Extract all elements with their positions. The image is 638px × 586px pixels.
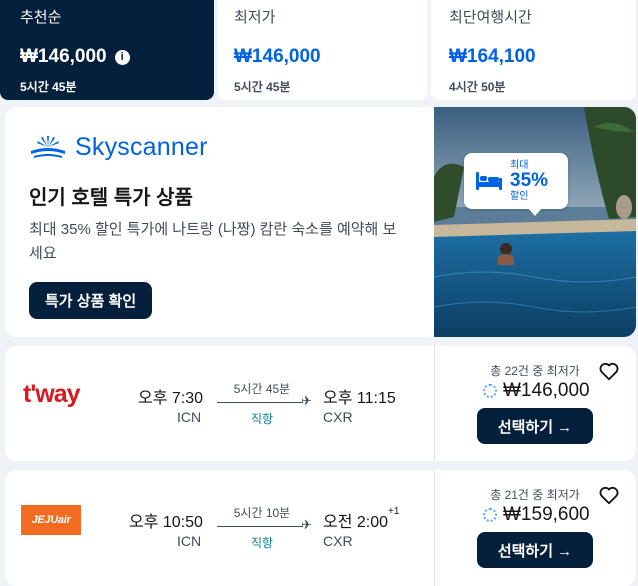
departure-airport: ICN	[177, 409, 202, 425]
arrival-airport: CXR	[323, 409, 353, 425]
badge-text: 최대 35% 할인	[510, 160, 548, 202]
plane-icon: ✈	[301, 517, 312, 532]
flight-card[interactable]: JEJUair 오후 10:50 ICN 5시간 10분 ✈ 직항 오전 2:0…	[5, 470, 636, 586]
arrival-time: 오후 11:15	[323, 384, 396, 408]
heart-icon[interactable]	[598, 484, 620, 506]
route-line	[217, 526, 303, 527]
price-value: ₩146,000	[503, 380, 590, 401]
skyscanner-sun-icon	[31, 136, 65, 158]
arrival-time-value: 오후 11:15	[323, 390, 396, 407]
tab-duration: 5시간 45분	[20, 80, 77, 94]
tab-price: ₩146,000	[234, 46, 321, 67]
tab-recommended[interactable]: 추천순 ₩146,000 i 5시간 45분	[0, 0, 214, 100]
hotel-promo-card[interactable]: Skyscanner 인기 호텔 특가 상품 최대 35% 할인 특가에 나트랑…	[5, 107, 636, 337]
price: ₩159,600	[483, 504, 590, 526]
tab-price: ₩164,100	[449, 46, 536, 67]
hotel-pool-image: 최대 35% 할인	[434, 107, 636, 337]
tway-logo: t'way	[23, 380, 81, 408]
select-button[interactable]: 선택하기 →	[477, 532, 593, 568]
sort-tabs: 추천순 ₩146,000 i 5시간 45분 최저가 ₩146,000 5시간 …	[0, 0, 638, 100]
skyscanner-logo: Skyscanner	[29, 129, 410, 165]
promo-title: 인기 호텔 특가 상품	[29, 187, 193, 209]
departure-time: 오후 10:50	[129, 514, 203, 531]
tab-price-value: ₩146,000	[20, 46, 107, 67]
stops-label: 직항	[250, 536, 274, 550]
flight-itinerary: JEJUair 오후 10:50 ICN 5시간 10분 ✈ 직항 오전 2:0…	[5, 470, 434, 586]
day-offset: +1	[388, 506, 400, 517]
loading-icon	[483, 384, 497, 398]
flight-itinerary: t'way 오후 7:30 ICN 5시간 45분 ✈ 직항 오후 11:15 …	[5, 346, 434, 461]
tab-fastest[interactable]: 최단여행시간 ₩164,100 4시간 50분	[431, 0, 636, 100]
departure-airport: ICN	[177, 533, 202, 549]
jejuair-logo: JEJUair	[21, 505, 81, 535]
arrival-airport: CXR	[323, 533, 353, 549]
badge-percent: 35%	[510, 170, 549, 191]
discount-badge: 최대 35% 할인	[464, 153, 568, 216]
promo-description: 최대 35% 할인 특가에 나트랑 (나짱) 캄란 숙소를 예약해 보세요	[29, 221, 397, 262]
badge-bottom: 할인	[510, 191, 529, 202]
view-deals-button[interactable]: 특가 상품 확인	[29, 282, 153, 319]
tab-duration: 5시간 45분	[234, 80, 291, 94]
flight-duration: 5시간 10분	[233, 506, 291, 520]
price-value: ₩159,600	[503, 504, 590, 525]
heart-icon[interactable]	[598, 360, 620, 382]
tab-label: 추천순	[20, 9, 62, 26]
departure-time: 오후 7:30	[138, 390, 204, 407]
select-button[interactable]: 선택하기 →	[477, 408, 593, 444]
price: ₩146,000	[483, 380, 590, 402]
tab-label: 최단여행시간	[449, 9, 532, 26]
price-panel: 총 22건 중 최저가 ₩146,000 선택하기 →	[434, 346, 636, 461]
stops-label: 직항	[250, 412, 274, 426]
tab-cheapest[interactable]: 최저가 ₩146,000 5시간 45분	[218, 0, 427, 100]
promo-content: Skyscanner 인기 호텔 특가 상품 최대 35% 할인 특가에 나트랑…	[5, 107, 434, 337]
arrival-time-value: 오전 2:00	[323, 514, 389, 531]
tab-label: 최저가	[234, 9, 276, 26]
route-line	[217, 402, 303, 403]
plane-icon: ✈	[301, 393, 312, 408]
flight-duration: 5시간 45분	[233, 382, 291, 396]
logo-text: Skyscanner	[75, 132, 208, 161]
tab-duration: 4시간 50분	[449, 80, 506, 94]
arrival-time: 오전 2:00+1	[323, 506, 400, 532]
bed-icon	[476, 172, 502, 190]
flight-card[interactable]: t'way 오후 7:30 ICN 5시간 45분 ✈ 직항 오후 11:15 …	[5, 346, 636, 461]
price-panel: 총 21건 중 최저가 ₩159,600 선택하기 →	[434, 470, 636, 586]
info-icon[interactable]: i	[114, 49, 130, 65]
tab-price: ₩146,000 i	[20, 46, 198, 68]
pool-illustration	[434, 107, 636, 337]
loading-icon	[483, 508, 497, 522]
